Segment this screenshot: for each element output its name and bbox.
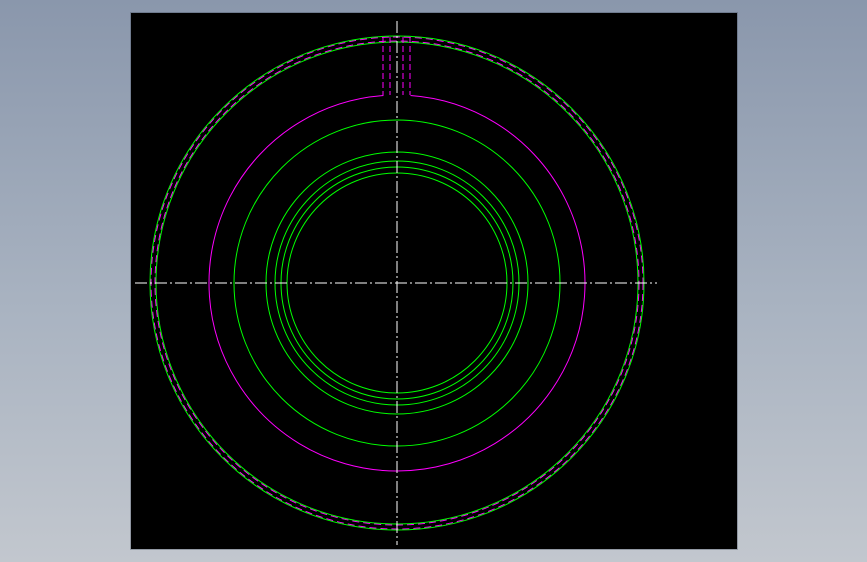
cad-drawing-canvas[interactable] — [131, 13, 737, 549]
cad-viewport[interactable] — [131, 13, 737, 549]
